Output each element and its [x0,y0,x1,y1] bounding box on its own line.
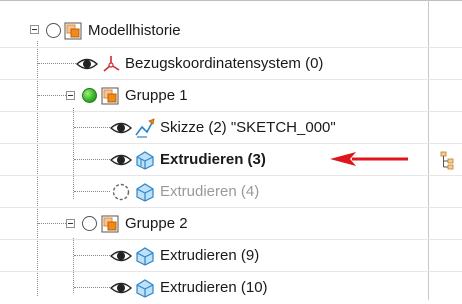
collapse-toggle[interactable] [66,219,75,228]
tree-item-label: Modellhistorie [88,22,181,39]
eye-icon[interactable] [110,280,132,296]
tree-row-gruppe-1[interactable]: Gruppe 1 [0,80,462,112]
tree-row-extrudieren-9[interactable]: Extrudieren (9) [0,240,462,272]
sketch-icon [135,118,155,138]
coordinate-system-icon [103,56,120,72]
hierarchy-marker-icon [440,151,454,170]
tree-item-label: Extrudieren (4) [160,183,260,200]
tree-item-label: Extrudieren (10) [160,279,268,296]
eye-icon[interactable] [110,152,132,168]
tree-item-label: Extrudieren (3) [160,151,266,168]
state-circle-icon[interactable] [46,23,61,38]
tree-item-label: Extrudieren (9) [160,247,260,264]
model-history-tree: Modellhistorie Bezugskoordinatensystem (… [0,0,462,300]
tree-item-label: Skizze (2) "SKETCH_000" [160,119,336,136]
collapse-toggle[interactable] [66,91,75,100]
extrude-icon [136,183,154,202]
group-folder-icon [64,22,82,40]
tree-row-skizze[interactable]: Skizze (2) "SKETCH_000" [0,112,462,144]
tree-row-extrudieren-3[interactable]: Extrudieren (3) [0,144,462,176]
tree-row-extrudieren-10[interactable]: Extrudieren (10) [0,272,462,304]
hidden-state-icon[interactable] [111,182,131,202]
extrude-icon [136,247,154,266]
tree-item-label: Gruppe 1 [125,87,188,104]
extrude-icon [136,151,154,170]
tree-row-modellhistorie[interactable]: Modellhistorie [0,16,462,48]
tree-row-extrudieren-4[interactable]: Extrudieren (4) [0,176,462,208]
red-arrow-icon [330,152,408,166]
group-folder-icon [101,87,119,105]
active-state-icon[interactable] [82,88,97,103]
eye-icon[interactable] [110,120,132,136]
tree-row-gruppe-2[interactable]: Gruppe 2 [0,208,462,240]
eye-icon[interactable] [76,56,98,72]
tree-row-coordinate-system[interactable]: Bezugskoordinatensystem (0) [0,48,462,80]
extrude-icon [136,279,154,298]
eye-icon[interactable] [110,248,132,264]
tree-item-label: Gruppe 2 [125,215,188,232]
state-circle-icon[interactable] [82,216,97,231]
tree-item-label: Bezugskoordinatensystem (0) [125,55,324,72]
collapse-toggle[interactable] [30,25,39,34]
group-folder-icon [101,215,119,233]
top-border [0,0,462,1]
